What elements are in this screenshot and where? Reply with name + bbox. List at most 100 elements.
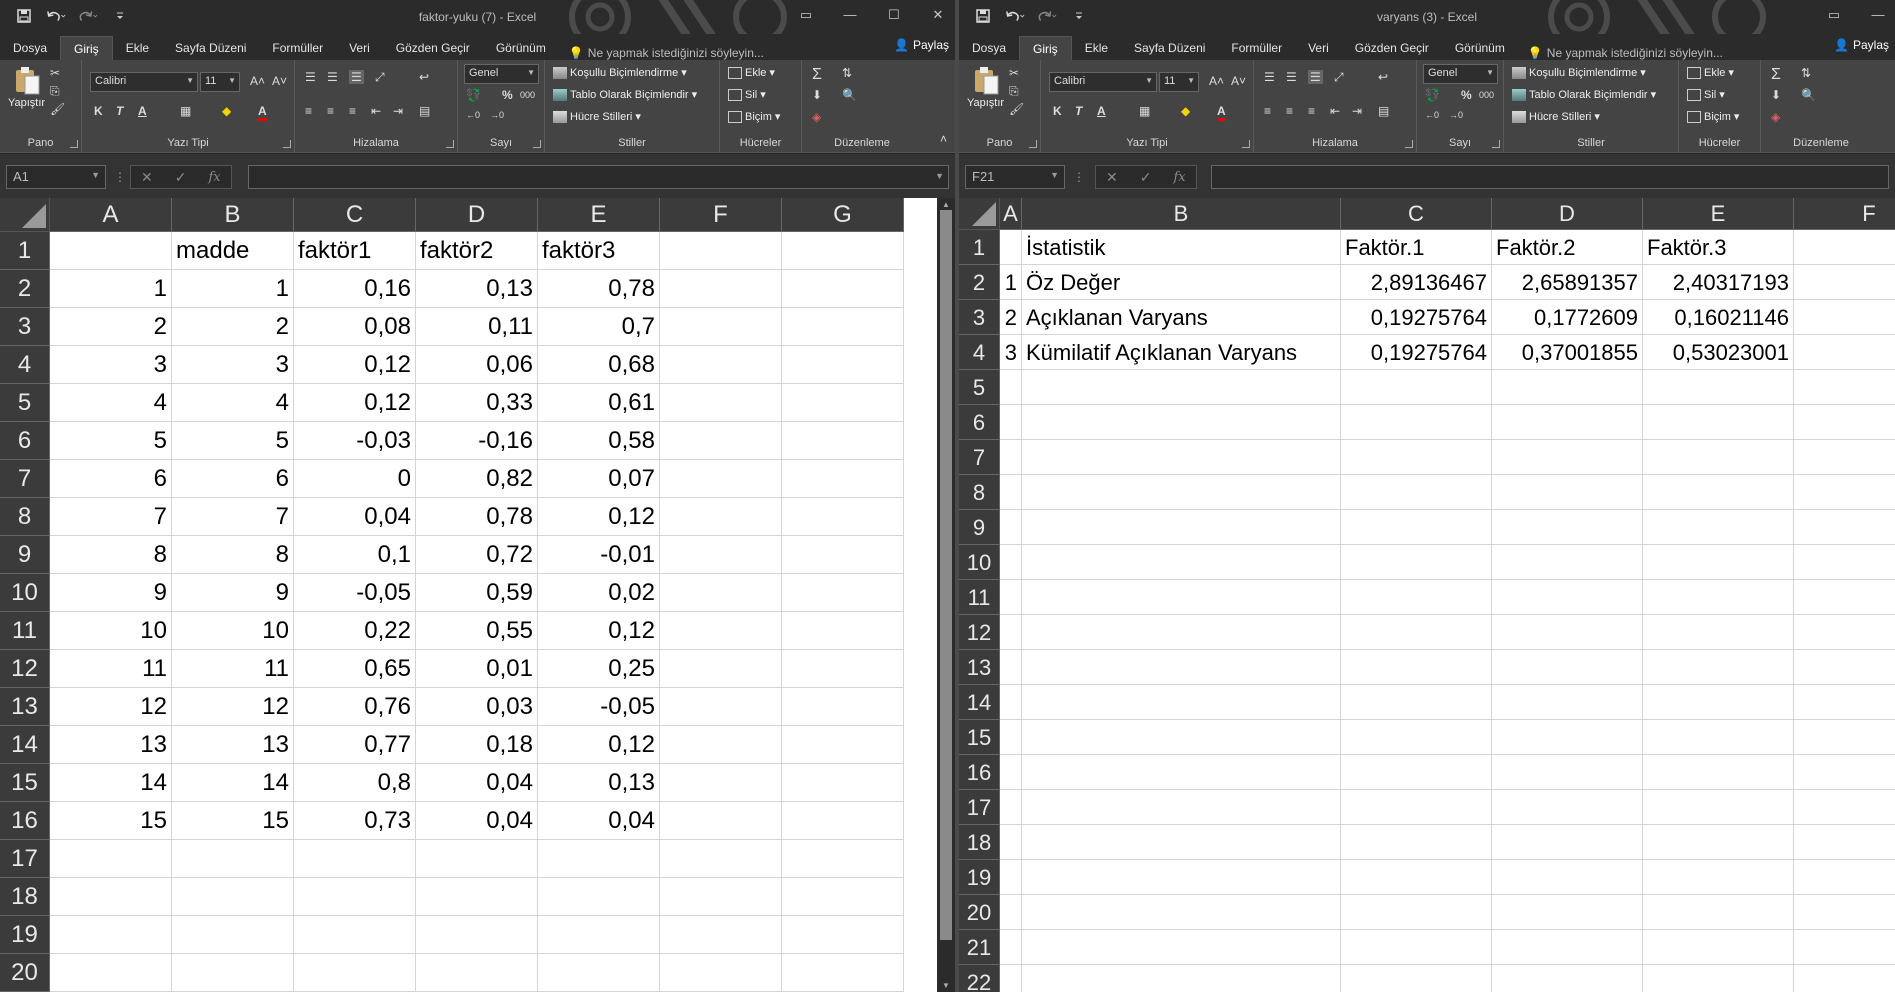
copy-icon[interactable]: ⎘ <box>1009 84 1019 99</box>
number-format-select[interactable]: Genel ▼ <box>1423 64 1498 84</box>
cell[interactable] <box>538 954 660 992</box>
cell[interactable] <box>1794 475 1895 510</box>
scroll-thumb[interactable] <box>940 210 952 940</box>
row-header[interactable]: 13 <box>0 688 50 726</box>
cell[interactable] <box>1341 650 1492 685</box>
cell[interactable]: 0,65 <box>294 650 416 688</box>
cell[interactable] <box>1000 825 1022 860</box>
cell[interactable] <box>1000 580 1022 615</box>
cell[interactable] <box>50 232 172 270</box>
conditional-formatting-button[interactable]: Koşullu Biçimlendirme ▾ <box>553 66 687 79</box>
tab-dosya[interactable]: Dosya <box>959 36 1019 60</box>
column-header-b[interactable]: B <box>172 198 294 232</box>
cell[interactable] <box>50 878 172 916</box>
tab-gorunum[interactable]: Görünüm <box>1442 36 1518 60</box>
column-header-a[interactable]: A <box>1000 198 1022 230</box>
cell[interactable] <box>1000 230 1022 265</box>
cell[interactable] <box>1643 475 1794 510</box>
column-header-f[interactable]: F <box>1794 198 1895 230</box>
cell[interactable] <box>782 498 904 536</box>
cell[interactable]: madde <box>172 232 294 270</box>
cell[interactable]: 0,12 <box>538 612 660 650</box>
sort-filter-icon[interactable]: ⇅ <box>842 66 852 80</box>
cell[interactable]: 15 <box>50 802 172 840</box>
cell[interactable] <box>1000 510 1022 545</box>
cell[interactable]: 4 <box>172 384 294 422</box>
cell[interactable]: 10 <box>50 612 172 650</box>
cell[interactable] <box>1022 545 1341 580</box>
cell[interactable] <box>1492 720 1643 755</box>
align-middle-icon[interactable]: ☰ <box>327 70 338 84</box>
align-middle-icon[interactable]: ☰ <box>1286 70 1297 84</box>
cell[interactable]: 15 <box>172 802 294 840</box>
increase-decimal-icon[interactable]: ←0 <box>466 110 480 120</box>
enter-icon[interactable]: ✓ <box>1140 169 1152 186</box>
paste-button[interactable]: Yapıştır <box>8 66 45 109</box>
cell[interactable] <box>1341 720 1492 755</box>
cell[interactable] <box>1794 965 1895 992</box>
grow-font-icon[interactable]: A˄ <box>250 74 265 88</box>
fill-color-icon[interactable]: ◆ <box>1181 104 1190 118</box>
cell[interactable] <box>294 840 416 878</box>
cell[interactable] <box>660 840 782 878</box>
delete-cells-button[interactable]: Sil ▾ <box>728 88 766 101</box>
font-name-select[interactable]: Calibri ▼ <box>1049 72 1157 92</box>
format-cells-button[interactable]: Biçim ▾ <box>728 110 780 123</box>
tab-gorunum[interactable]: Görünüm <box>483 36 559 60</box>
cell[interactable] <box>782 308 904 346</box>
font-name-select[interactable]: Calibri ▼ <box>90 72 198 92</box>
cell[interactable]: 8 <box>172 536 294 574</box>
row-header[interactable]: 14 <box>0 726 50 764</box>
cell[interactable]: 14 <box>172 764 294 802</box>
cell[interactable] <box>1000 790 1022 825</box>
cell[interactable]: 0,12 <box>538 726 660 764</box>
cell[interactable]: -0,05 <box>538 688 660 726</box>
orientation-icon[interactable]: ⤢ <box>375 70 385 85</box>
cell[interactable] <box>1022 965 1341 992</box>
cell[interactable] <box>1341 895 1492 930</box>
tell-me-box[interactable]: 💡 Ne yapmak istediğinizi söyleyin... <box>1518 46 1723 60</box>
cell[interactable] <box>660 802 782 840</box>
row-header[interactable]: 16 <box>0 802 50 840</box>
column-header-e[interactable]: E <box>1643 198 1794 230</box>
merge-center-icon[interactable]: ▤ <box>419 104 430 118</box>
ribbon-display-icon[interactable]: ▭ <box>1825 6 1843 24</box>
cell[interactable] <box>1794 685 1895 720</box>
cell[interactable] <box>1492 825 1643 860</box>
cell[interactable]: 12 <box>50 688 172 726</box>
row-header[interactable]: 20 <box>0 954 50 992</box>
align-top-icon[interactable]: ☰ <box>1264 70 1275 84</box>
cell[interactable] <box>1492 545 1643 580</box>
cell[interactable]: 0,7 <box>538 308 660 346</box>
alignment-launcher-icon[interactable] <box>446 140 454 148</box>
cell[interactable] <box>782 574 904 612</box>
row-header[interactable]: 12 <box>959 615 1000 650</box>
row-header[interactable]: 13 <box>959 650 1000 685</box>
alignment-launcher-icon[interactable] <box>1405 140 1413 148</box>
cell[interactable] <box>416 878 538 916</box>
minimize-icon[interactable]: — <box>841 6 859 24</box>
row-header[interactable]: 18 <box>0 878 50 916</box>
row-header[interactable]: 1 <box>0 232 50 270</box>
cell[interactable] <box>1794 440 1895 475</box>
cell[interactable] <box>1022 615 1341 650</box>
cell[interactable] <box>1794 370 1895 405</box>
cell[interactable] <box>1022 580 1341 615</box>
cell[interactable] <box>1794 405 1895 440</box>
find-select-icon[interactable]: 🔍 <box>842 88 857 102</box>
cell[interactable]: -0,05 <box>294 574 416 612</box>
cell[interactable]: Açıklanan Varyans <box>1022 300 1341 335</box>
cell[interactable]: 2,65891357 <box>1492 265 1643 300</box>
row-header[interactable]: 5 <box>0 384 50 422</box>
cell[interactable]: faktör3 <box>538 232 660 270</box>
column-header-c[interactable]: C <box>294 198 416 232</box>
share-button[interactable]: 👤 Paylaş <box>894 38 949 52</box>
format-cells-button[interactable]: Biçim ▾ <box>1687 110 1739 123</box>
column-header-c[interactable]: C <box>1341 198 1492 230</box>
cell[interactable] <box>782 878 904 916</box>
cell[interactable] <box>1643 825 1794 860</box>
row-header[interactable]: 3 <box>0 308 50 346</box>
cell[interactable]: 0,12 <box>294 346 416 384</box>
cell[interactable] <box>1794 650 1895 685</box>
cell[interactable] <box>1022 475 1341 510</box>
